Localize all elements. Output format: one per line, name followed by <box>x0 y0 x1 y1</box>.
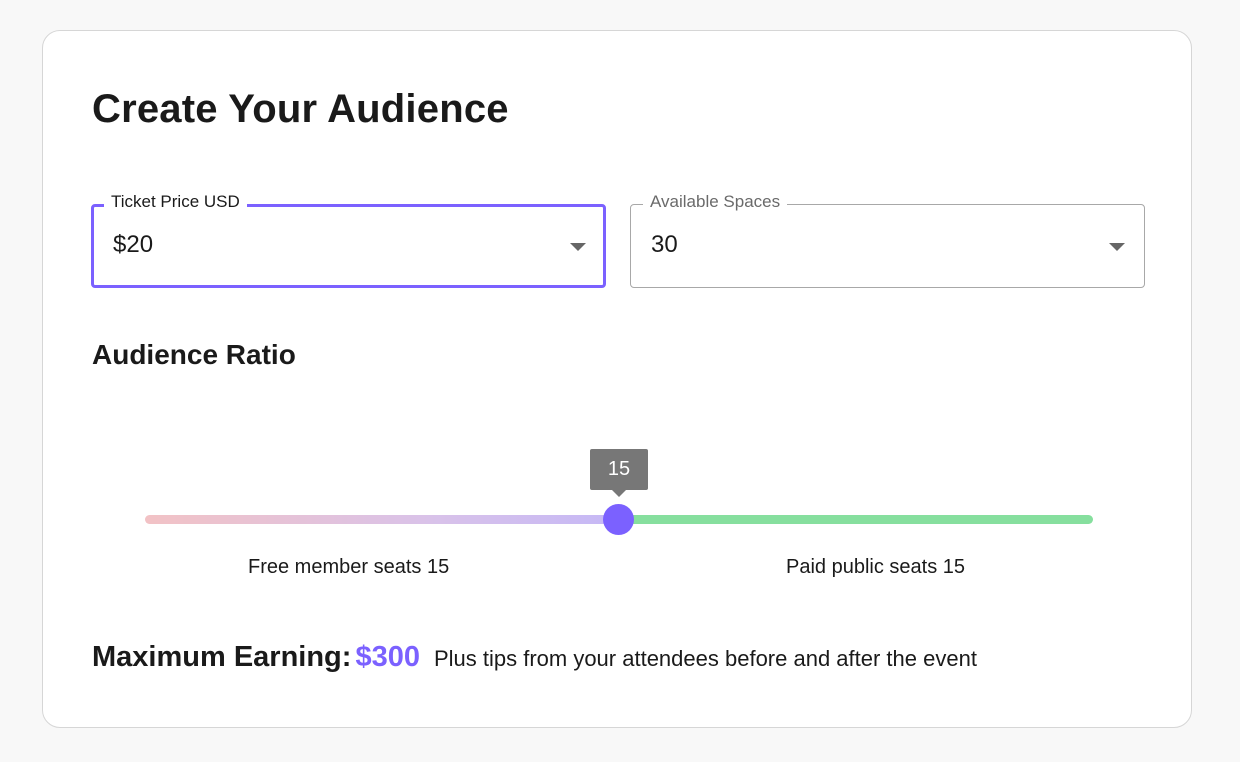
slider-value-tooltip: 15 <box>590 449 648 497</box>
dropdown-arrow-icon[interactable] <box>1109 243 1125 251</box>
page-title: Create Your Audience <box>92 87 509 131</box>
audience-ratio-slider-thumb[interactable] <box>603 504 634 535</box>
available-spaces-value: 30 <box>651 231 678 258</box>
audience-ratio-title: Audience Ratio <box>92 339 296 370</box>
available-spaces-label: Available Spaces <box>643 191 788 213</box>
maximum-earning-row: Maximum Earning: $300 Plus tips from your … <box>92 641 977 674</box>
ticket-price-select[interactable]: Ticket Price USD $20 <box>91 191 606 288</box>
earning-tips-note: Plus tips from your attendees before and… <box>433 646 977 671</box>
free-member-seats-label: Free member seats 15 <box>248 556 450 578</box>
maximum-earning-amount: $300 <box>355 641 420 673</box>
maximum-earning-label: Maximum Earning: <box>92 641 352 673</box>
paid-public-seats-label: Paid public seats 15 <box>786 556 966 578</box>
dropdown-arrow-icon[interactable] <box>570 243 586 251</box>
audience-card: Create Your Audience Ticket Price USD $2… <box>42 30 1192 728</box>
ticket-price-label: Ticket Price USD <box>104 191 247 213</box>
slider-track-free[interactable] <box>145 515 619 524</box>
ticket-price-value: $20 <box>113 231 154 258</box>
available-spaces-select[interactable]: Available Spaces 30 <box>630 191 1145 288</box>
slider-track-paid[interactable] <box>619 515 1093 524</box>
